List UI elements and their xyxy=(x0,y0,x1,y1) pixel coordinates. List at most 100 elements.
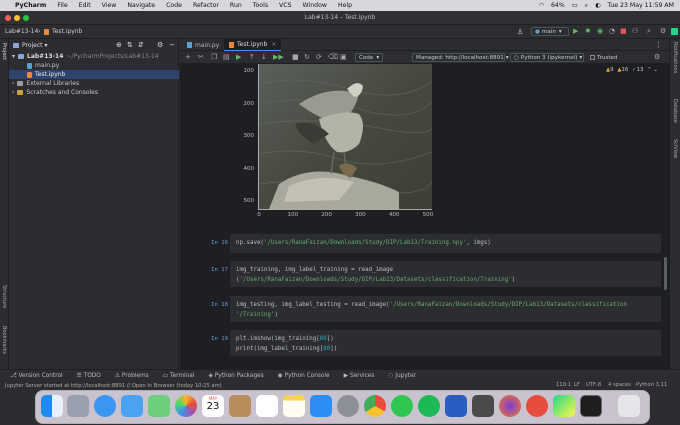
settings-icon[interactable]: ⚙ xyxy=(660,27,666,35)
run-icon[interactable]: ▶ xyxy=(573,27,578,35)
tab-menu-icon[interactable]: ⋮ xyxy=(655,41,662,49)
chrome-icon[interactable] xyxy=(364,395,386,417)
paste-icon[interactable]: ▤ xyxy=(223,53,230,61)
server-select[interactable]: Managed: http://localhost:8891 ▾ xyxy=(412,53,509,62)
code-line[interactable]: plt.imshow(img_training[80]) xyxy=(236,336,334,342)
kernel-select[interactable]: ○ Python 3 (ipykernel) ▾ xyxy=(510,53,584,62)
indent-setting[interactable]: 4 spaces xyxy=(608,382,631,388)
code-line[interactable]: img_training, img_label_training = read_… xyxy=(236,267,393,273)
menu-help[interactable]: Help xyxy=(338,2,352,9)
terminal-icon[interactable] xyxy=(580,395,602,417)
stop-icon[interactable]: ■ xyxy=(620,27,627,35)
menu-file[interactable]: File xyxy=(57,2,67,9)
search-everywhere-icon[interactable]: ⌕ xyxy=(647,27,651,36)
menu-view[interactable]: View xyxy=(102,2,117,9)
restart-kernel-icon[interactable]: ↻ xyxy=(304,53,310,61)
tab-main-py[interactable]: main.py xyxy=(182,39,224,51)
safari-icon[interactable] xyxy=(94,395,116,417)
notifications-tool-tab[interactable]: Notifications xyxy=(672,42,678,73)
code-cell[interactable]: img_training, img_label_training = read_… xyxy=(230,261,661,287)
python-interpreter[interactable]: Python 3.11 xyxy=(636,382,667,388)
tool-window-problems[interactable]: ⚠ Problems xyxy=(115,373,149,379)
breadcrumb-file[interactable]: Test.ipynb xyxy=(52,28,82,35)
sciview-tool-tab[interactable]: SciView xyxy=(672,139,678,158)
variables-icon[interactable]: ▣ xyxy=(340,53,347,61)
project-tool-tab[interactable]: Project xyxy=(1,43,7,60)
code-line[interactable]: print(img_label_training[80]) xyxy=(236,346,337,352)
profile-icon[interactable]: ◔ xyxy=(609,27,615,35)
menu-code[interactable]: Code xyxy=(166,2,182,9)
code-cell[interactable]: img_testing, img_label_testing = read_im… xyxy=(230,296,661,322)
app-menu[interactable]: PyCharm xyxy=(15,2,46,9)
tool-window-jupyter[interactable]: ◌ Jupyter xyxy=(388,373,416,379)
clear-outputs-icon[interactable]: ⌫ xyxy=(328,53,338,61)
tab-test-ipynb[interactable]: Test.ipynb × xyxy=(224,39,282,51)
control-center-icon[interactable]: ◐ xyxy=(595,2,600,9)
run-cell-icon[interactable]: ▶ xyxy=(236,53,241,61)
cell-type-select[interactable]: Code ▾ xyxy=(355,53,383,62)
tool-window-todo[interactable]: ☰ TODO xyxy=(77,373,101,379)
locate-icon[interactable]: ⊕ xyxy=(116,41,122,49)
firefox-icon[interactable] xyxy=(499,395,521,417)
file-encoding[interactable]: UTF-8 xyxy=(586,382,601,388)
reminders-icon[interactable] xyxy=(256,395,278,417)
tree-root-folder[interactable]: ▾ Lab#13-14 ~/PycharmProjects/Lab#13-14 xyxy=(12,52,159,61)
cut-icon[interactable]: ✂ xyxy=(198,53,204,61)
code-cell[interactable]: plt.imshow(img_training[80]) print(img_la… xyxy=(230,330,661,356)
tree-external-libraries[interactable]: › External Libraries xyxy=(12,79,79,88)
tool-window-python-packages[interactable]: ◈ Python Packages xyxy=(208,373,263,379)
launchpad-icon[interactable] xyxy=(67,395,89,417)
stop-kernel-icon[interactable]: ■ xyxy=(292,53,299,61)
pycharm-icon[interactable] xyxy=(553,395,575,417)
bookmarks-tool-tab[interactable]: Bookmarks xyxy=(1,326,7,354)
tree-item-test-ipynb[interactable]: Test.ipynb xyxy=(9,70,179,79)
run-all-icon[interactable]: ▶▶ xyxy=(273,53,284,61)
wifi-icon[interactable]: ◠ xyxy=(539,2,544,9)
maps-icon[interactable] xyxy=(148,395,170,417)
trusted-toggle[interactable]: Trusted xyxy=(587,53,623,62)
tree-scratches[interactable]: › Scratches and Consoles xyxy=(12,88,98,97)
cursor-position[interactable]: 110:1 xyxy=(556,382,571,388)
status-message[interactable]: Jupyter Server started at http://localho… xyxy=(5,383,222,389)
gear-icon[interactable]: ⚙ xyxy=(157,41,163,49)
code-line[interactable]: ('/Users/RanaFaizan/Downloads/Study/DIP/… xyxy=(236,277,515,283)
line-separator[interactable]: LF xyxy=(574,382,580,388)
user-icon[interactable]: ♙ xyxy=(517,28,523,36)
photos-icon[interactable] xyxy=(175,395,197,417)
coverage-icon[interactable]: ◉ xyxy=(597,27,603,35)
debug-icon[interactable]: ✹ xyxy=(585,27,591,35)
run-config-select[interactable]: ● main ▾ xyxy=(531,27,569,36)
gear-icon[interactable]: ⚙ xyxy=(654,53,660,61)
calculator-icon[interactable] xyxy=(472,395,494,417)
appstore-icon[interactable] xyxy=(310,395,332,417)
inspection-widget[interactable]: ▲9 ▲16 ✓13 ⌃ ⌄ xyxy=(606,67,658,73)
battery-icon[interactable]: ▭ xyxy=(572,2,578,9)
code-cell[interactable]: np.save('/Users/RanaFaizan/Downloads/Stu… xyxy=(230,234,661,253)
vcs-icon[interactable]: ⚇ xyxy=(632,27,638,35)
tool-window-terminal[interactable]: ▭ Terminal xyxy=(163,373,195,379)
word-icon[interactable] xyxy=(445,395,467,417)
menu-navigate[interactable]: Navigate xyxy=(127,2,155,9)
code-line[interactable]: np.save('/Users/RanaFaizan/Downloads/Stu… xyxy=(236,240,491,246)
trash-icon[interactable] xyxy=(618,395,640,417)
tasks-app-icon[interactable] xyxy=(526,395,548,417)
calendar-icon[interactable]: MAY 23 xyxy=(202,395,224,417)
expand-all-icon[interactable]: ⇅ xyxy=(127,41,133,49)
code-line[interactable]: '/Training') xyxy=(236,312,278,318)
collapse-all-icon[interactable]: ⇵ xyxy=(138,41,144,49)
mail-icon[interactable] xyxy=(121,395,143,417)
project-panel-title[interactable]: Project xyxy=(22,42,43,49)
chevron-down-icon[interactable]: ▾ xyxy=(45,42,48,49)
battery-level[interactable]: 64% xyxy=(551,2,565,9)
add-cell-icon[interactable]: + xyxy=(185,53,191,61)
code-line[interactable]: img_testing, img_label_testing = read_im… xyxy=(236,302,627,308)
menu-tools[interactable]: Tools xyxy=(253,2,268,9)
close-icon[interactable]: × xyxy=(271,41,276,48)
tool-window-version-control[interactable]: ⎇ Version Control xyxy=(10,373,63,379)
move-down-icon[interactable]: ↓ xyxy=(261,53,267,61)
tree-item-main-py[interactable]: main.py xyxy=(27,61,59,70)
notebook-cells[interactable]: ▲9 ▲16 ✓13 ⌃ ⌄ 100 200 300 400 500 0 100… xyxy=(180,64,669,369)
restart-run-icon[interactable]: ⟳ xyxy=(316,53,322,61)
copy-icon[interactable]: ❐ xyxy=(211,53,217,61)
move-up-icon[interactable]: ↑ xyxy=(249,53,255,61)
